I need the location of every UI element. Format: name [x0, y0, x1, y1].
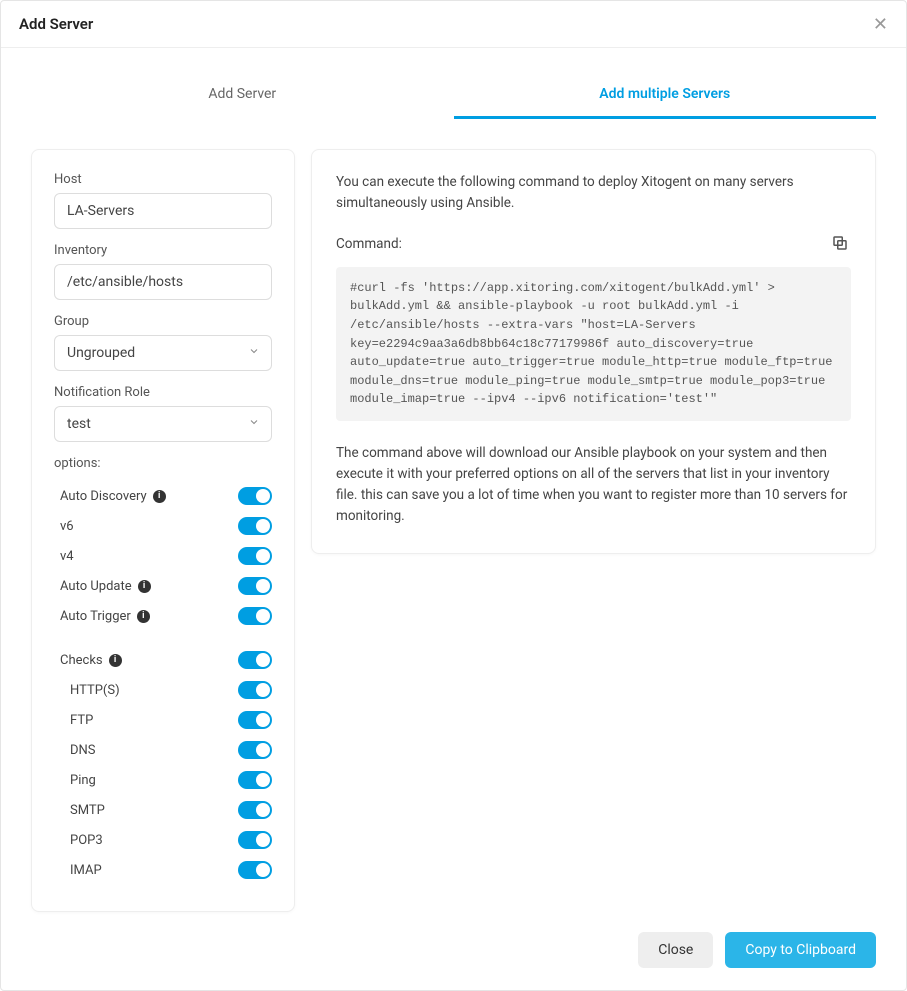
toggle-dns[interactable]: [238, 741, 272, 759]
notification-label: Notification Role: [54, 385, 272, 400]
check-pop3: POP3: [54, 825, 272, 855]
add-server-modal: Add Server ✕ Add Server Add multiple Ser…: [0, 0, 907, 991]
intro-text: You can execute the following command to…: [336, 172, 851, 214]
close-button[interactable]: Close: [638, 932, 713, 968]
inventory-label: Inventory: [54, 243, 272, 258]
option-label: HTTP(S): [70, 683, 120, 698]
option-label: SMTP: [70, 803, 105, 818]
toggle-ftp[interactable]: [238, 711, 272, 729]
option-label: POP3: [70, 833, 103, 848]
tabs: Add Server Add multiple Servers: [31, 76, 876, 119]
toggle-checks[interactable]: [238, 651, 272, 669]
option-auto-discovery: Auto Discovery i: [54, 481, 272, 511]
option-label: Auto Discovery: [60, 489, 147, 504]
info-icon[interactable]: i: [137, 610, 150, 623]
info-icon[interactable]: i: [153, 490, 166, 503]
toggle-pop3[interactable]: [238, 831, 272, 849]
command-code[interactable]: #curl -fs 'https://app.xitoring.com/xito…: [336, 267, 851, 421]
host-label: Host: [54, 172, 272, 187]
toggle-ping[interactable]: [238, 771, 272, 789]
tab-add-server[interactable]: Add Server: [31, 76, 454, 119]
toggle-v4[interactable]: [238, 547, 272, 565]
tab-add-multiple[interactable]: Add multiple Servers: [454, 76, 877, 119]
option-label: v4: [60, 549, 74, 564]
host-input[interactable]: [54, 193, 272, 229]
option-label: FTP: [70, 713, 93, 728]
toggle-auto-update[interactable]: [238, 577, 272, 595]
close-icon[interactable]: ✕: [873, 15, 888, 33]
check-http: HTTP(S): [54, 675, 272, 705]
check-ping: Ping: [54, 765, 272, 795]
modal-footer: Close Copy to Clipboard: [1, 932, 906, 990]
option-label: IMAP: [70, 863, 102, 878]
config-panel: Host Inventory Group Notification Role o…: [31, 149, 295, 912]
options-label: options:: [54, 456, 272, 471]
group-select[interactable]: [54, 335, 272, 371]
modal-title: Add Server: [19, 15, 93, 33]
check-smtp: SMTP: [54, 795, 272, 825]
copy-icon[interactable]: [829, 232, 851, 257]
group-label: Group: [54, 314, 272, 329]
check-dns: DNS: [54, 735, 272, 765]
option-label: DNS: [70, 743, 96, 758]
info-icon[interactable]: i: [109, 654, 122, 667]
option-auto-update: Auto Update i: [54, 571, 272, 601]
option-checks: Checks i: [54, 645, 272, 675]
option-v6: v6: [54, 511, 272, 541]
option-v4: v4: [54, 541, 272, 571]
command-header: Command:: [336, 232, 851, 257]
toggle-http[interactable]: [238, 681, 272, 699]
check-imap: IMAP: [54, 855, 272, 885]
copy-clipboard-button[interactable]: Copy to Clipboard: [725, 932, 876, 968]
explain-text: The command above will download our Ansi…: [336, 443, 851, 527]
command-panel: You can execute the following command to…: [311, 149, 876, 554]
notification-select[interactable]: [54, 406, 272, 442]
inventory-input[interactable]: [54, 264, 272, 300]
toggle-v6[interactable]: [238, 517, 272, 535]
option-label: Auto Trigger: [60, 609, 131, 624]
option-label: Ping: [70, 773, 96, 788]
option-auto-trigger: Auto Trigger i: [54, 601, 272, 631]
check-ftp: FTP: [54, 705, 272, 735]
content-area: Host Inventory Group Notification Role o…: [1, 119, 906, 932]
option-label: Auto Update: [60, 579, 132, 594]
toggle-auto-discovery[interactable]: [238, 487, 272, 505]
info-icon[interactable]: i: [138, 580, 151, 593]
option-label: Checks: [60, 653, 103, 668]
toggle-imap[interactable]: [238, 861, 272, 879]
modal-header: Add Server ✕: [1, 1, 906, 48]
toggle-smtp[interactable]: [238, 801, 272, 819]
option-label: v6: [60, 519, 74, 534]
command-label: Command:: [336, 236, 402, 252]
toggle-auto-trigger[interactable]: [238, 607, 272, 625]
